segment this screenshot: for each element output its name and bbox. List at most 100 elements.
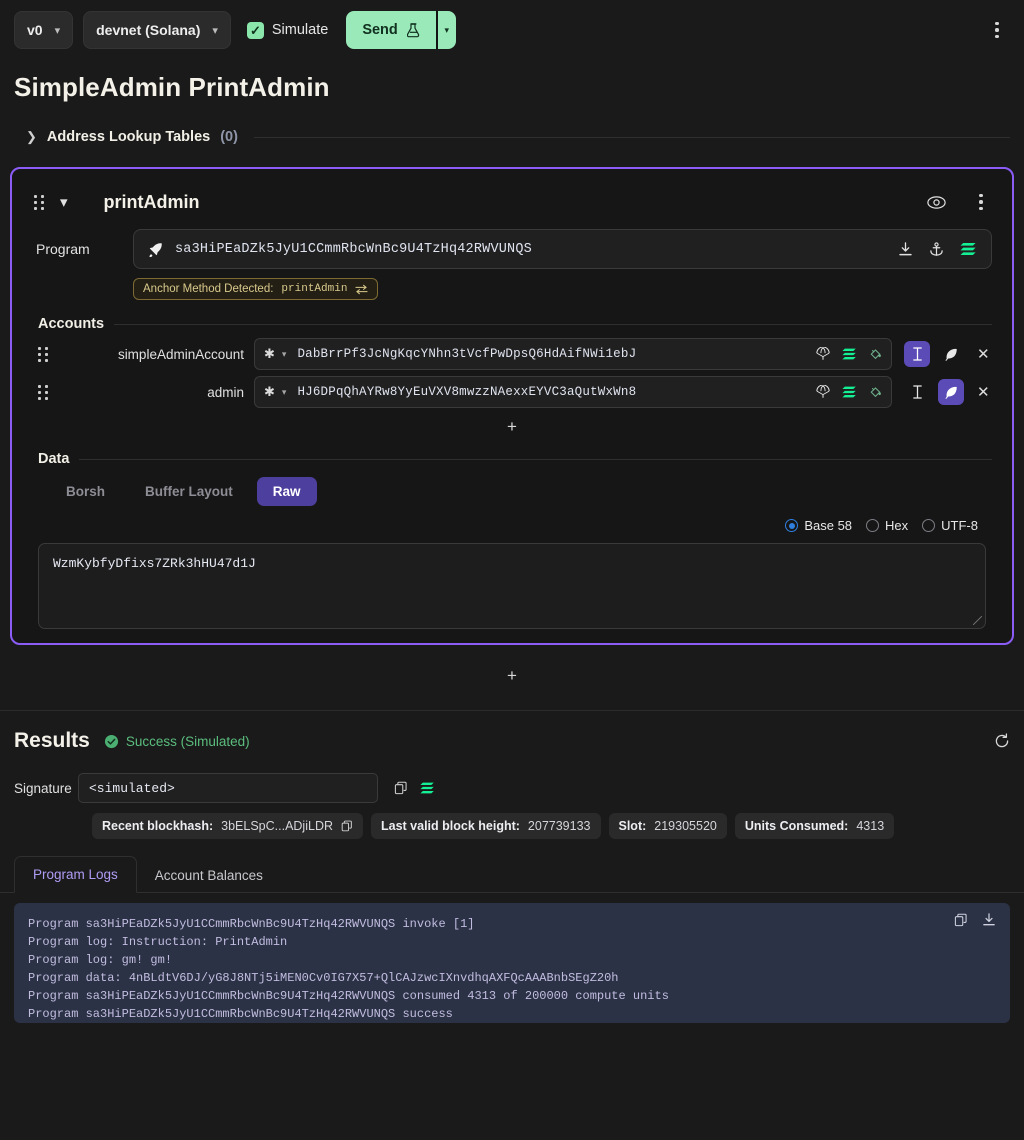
address-lookup-tables-count: (0) [220,129,238,145]
address-lookup-tables-section[interactable]: ❯ Address Lookup Tables (0) [0,103,1024,145]
chevron-down-icon[interactable]: ▾ [282,387,287,398]
log-line: Program sa3HiPEaDZk5JyU1CCmmRbcWnBc9U4Tz… [28,989,669,1003]
program-input[interactable]: sa3HiPEaDZk5JyU1CCmmRbcWnBc9U4TzHq42RWVU… [133,229,992,269]
version-select-value: v0 [27,22,43,38]
anchor-badge-method: printAdmin [281,283,348,295]
download-icon[interactable] [898,241,913,257]
add-account-row: + [12,408,1012,435]
account-label: simpleAdminAccount [117,346,244,362]
tab-raw[interactable]: Raw [256,477,317,506]
encoding-option-base58[interactable]: Base 58 [785,518,852,533]
paint-bucket-icon[interactable] [869,385,883,399]
refresh-icon[interactable] [994,733,1010,749]
remove-account-button[interactable]: ✕ [977,383,990,401]
chip-value: 219305520 [654,819,717,833]
writable-toggle[interactable] [904,341,930,367]
writable-toggle[interactable] [904,379,930,405]
signer-toggle[interactable] [938,341,964,367]
chip-recent-blockhash: Recent blockhash: 3bELSpC...ADjiLDR [92,813,363,839]
account-address-input[interactable]: ✱ ▾ DabBrrPf3JcNgKqcYNhn3tVcfPwDpsQ6HdAi… [254,338,892,370]
chevron-right-icon: ❯ [26,129,37,144]
chip-slot: Slot: 219305520 [608,813,727,839]
account-address: HJ6DPqQhAYRw8YyEuVXV8mwzzNAexxEYVC3aQutW… [297,385,637,399]
status-text: Success (Simulated) [125,733,250,749]
account-field-actions [816,347,883,361]
drag-handle-icon[interactable] [38,384,54,400]
remove-account-button[interactable]: ✕ [977,345,990,363]
parachute-icon[interactable] [816,385,830,399]
swap-icon[interactable] [355,284,369,295]
divider [253,136,1010,138]
instruction-name: printAdmin [103,191,200,212]
anchor-method-badge[interactable]: Anchor Method Detected: printAdmin [133,278,379,300]
send-dropdown-button[interactable]: ▾ [435,11,456,49]
send-button-label: Send [362,22,398,38]
instruction-menu-button[interactable] [968,189,994,215]
page-title: SimpleAdmin PrintAdmin [14,72,330,102]
account-flag-toggles [892,341,964,367]
signer-toggle[interactable] [938,379,964,405]
chevron-down-icon: ▾ [444,24,450,35]
signature-row: Signature <simulated> [0,753,1024,803]
account-row: simpleAdminAccount ✱ ▾ DabBrrPf3JcNgKqcY… [12,332,1012,370]
log-line: Program log: Instruction: PrintAdmin [28,935,288,949]
copy-icon[interactable] [394,781,408,795]
parachute-icon[interactable] [816,347,830,361]
solana-logo-icon[interactable] [420,782,435,794]
paint-bucket-icon[interactable] [869,347,883,361]
cluster-select-value: devnet (Solana) [96,22,201,38]
add-account-button[interactable]: + [507,418,517,435]
drag-handle-icon[interactable] [34,194,44,210]
solana-logo-icon[interactable] [842,386,857,398]
overflow-menu-button[interactable] [984,17,1010,43]
copy-icon[interactable] [954,913,968,927]
log-line: Program log: gm! gm! [28,953,173,967]
add-instruction-button[interactable]: + [507,667,517,684]
tab-account-balances[interactable]: Account Balances [137,858,281,893]
chevron-down-icon[interactable]: ▾ [60,193,68,211]
download-icon[interactable] [982,913,996,927]
tab-borsh[interactable]: Borsh [50,477,121,506]
cluster-select[interactable]: devnet (Solana) ▾ [83,11,231,49]
encoding-option-utf8[interactable]: UTF-8 [922,518,978,533]
asterisk-icon[interactable]: ✱ [264,384,275,400]
send-button[interactable]: Send [346,11,436,49]
signature-actions [394,781,435,795]
chip-last-valid-block-height: Last valid block height: 207739133 [371,813,601,839]
signature-value: <simulated> [89,780,175,796]
account-label: admin [207,384,244,400]
drag-handle-icon[interactable] [38,346,54,362]
signature-field[interactable]: <simulated> [78,773,378,803]
results-chips: Recent blockhash: 3bELSpC...ADjiLDR Last… [0,803,1024,839]
chevron-down-icon[interactable]: ▾ [282,349,287,360]
results-title: Results [14,729,90,752]
instruction-data-textarea[interactable]: WzmKybfyDfixs7ZRk3hHU47d1J [38,543,986,629]
checkbox-checked-icon: ✓ [246,21,264,39]
tab-program-logs[interactable]: Program Logs [14,856,137,893]
account-field-actions [816,385,883,399]
chip-label: Last valid block height: [381,819,520,833]
solana-logo-icon[interactable] [960,242,977,256]
simulate-label: Simulate [271,22,329,38]
log-actions [954,913,996,927]
data-section-title: Data [38,451,70,467]
solana-logo-icon[interactable] [842,348,857,360]
copy-icon[interactable] [341,820,353,832]
anchor-icon[interactable] [929,241,944,257]
asterisk-icon[interactable]: ✱ [264,346,275,362]
program-logs-panel: Program sa3HiPEaDZk5JyU1CCmmRbcWnBc9U4Tz… [14,903,1010,1023]
check-circle-icon [104,734,119,749]
data-section-header: Data [12,435,1012,467]
chip-label: Slot: [618,819,647,833]
simulate-toggle[interactable]: ✓ Simulate [246,21,329,39]
tab-buffer-layout[interactable]: Buffer Layout [129,477,249,506]
account-flag-toggles [892,379,964,405]
resize-handle-icon[interactable] [973,616,982,625]
encoding-option-hex[interactable]: Hex [866,518,908,533]
rocket-icon [148,242,163,257]
eye-icon[interactable] [927,195,946,209]
account-address-input[interactable]: ✱ ▾ HJ6DPqQhAYRw8YyEuVXV8mwzzNAexxEYVC3a… [254,376,892,408]
radio-unselected-icon [922,519,936,532]
version-select[interactable]: v0 ▾ [14,11,74,49]
kebab-dot [995,21,999,26]
